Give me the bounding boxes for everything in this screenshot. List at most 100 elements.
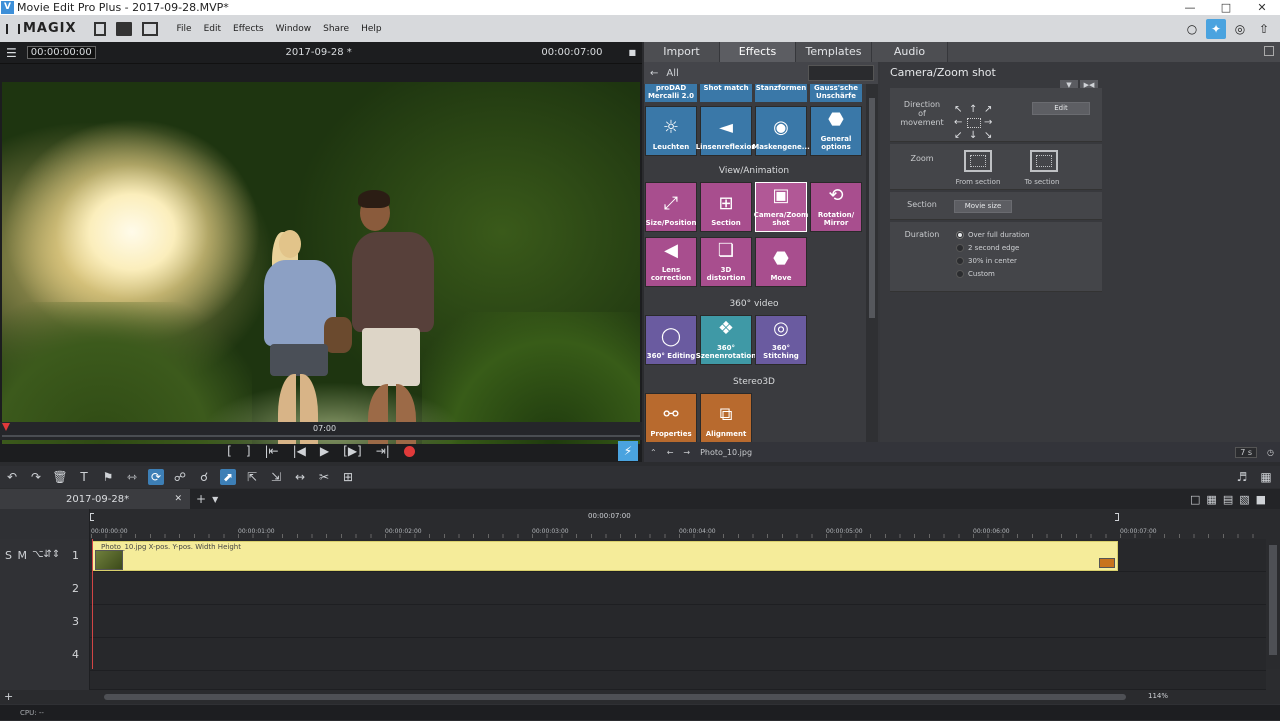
track-4[interactable]: 4 [0, 638, 1266, 671]
mark-out-icon[interactable]: ] [246, 444, 251, 458]
timeline-clip-photo[interactable]: Photo_10.jpg X-pos. Y-pos. Width Height [92, 541, 1118, 571]
speaker-icon[interactable]: ♬ [1234, 469, 1250, 485]
effect-tile-alignment[interactable]: ⧉ Alignment [700, 393, 752, 442]
duration-option-full[interactable]: Over full duration [956, 231, 1030, 239]
tab-audio[interactable]: Audio [872, 42, 948, 62]
marker-flag-icon[interactable]: ⚑ [100, 469, 116, 485]
nav-forward-icon[interactable]: → [683, 448, 690, 457]
timeline-ruler[interactable]: 00:00:07:00 00:00:00:00 00:00:01:00 00:0… [0, 509, 1280, 539]
goto-start-icon[interactable]: |⇤ [265, 444, 279, 458]
effect-tile-general-options[interactable]: ⬣ General options [810, 106, 862, 156]
effect-tile-camera-zoom[interactable]: ▣ Camera/Zoom shot [754, 182, 808, 232]
export-icon[interactable]: ⇧ [1254, 19, 1274, 39]
lightning-icon[interactable]: ⚡ [618, 441, 638, 461]
track-2[interactable]: 2 [0, 572, 1266, 605]
effect-tile-360-editing[interactable]: ◯ 360° Editing [645, 315, 697, 365]
effect-tile-3d-distortion[interactable]: ❏ 3D distortion [700, 237, 752, 287]
effect-tile-mercalli[interactable]: proDAD Mercalli 2.0 [645, 84, 697, 102]
effect-tile-lens-correction[interactable]: ◀ Lens correction [645, 237, 697, 287]
menu-edit[interactable]: Edit [204, 24, 221, 34]
title-text-icon[interactable]: T [76, 469, 92, 485]
project-tab[interactable]: 2017-09-28* ✕ [0, 489, 190, 509]
timecode-current[interactable]: 00:00:00:00 [26, 46, 96, 59]
menu-file[interactable]: File [177, 24, 192, 34]
prev-marker-icon[interactable]: |◀ [293, 444, 306, 458]
goto-end-icon[interactable]: ⇥| [376, 444, 390, 458]
delete-icon[interactable]: 🗑 [52, 469, 68, 485]
mark-in-icon[interactable]: [ [227, 444, 232, 458]
new-project-icon[interactable] [93, 21, 106, 36]
horizontal-scroll-thumb[interactable] [104, 694, 1126, 700]
effect-tile-gauss[interactable]: Gauss'sche Unschärfe [810, 84, 862, 102]
range-end-bracket[interactable] [1115, 513, 1119, 521]
scrub-position-marker[interactable] [2, 423, 10, 431]
play-icon[interactable]: ▶ [320, 444, 329, 458]
view-mode-icons[interactable]: □▦▤▧■ [1190, 493, 1272, 506]
detach-icon[interactable]: ■ [628, 48, 636, 57]
timeline-vertical-scrollbar[interactable] [1266, 539, 1280, 669]
track-5[interactable] [0, 671, 1266, 690]
record-icon[interactable] [403, 445, 415, 457]
unlink-icon[interactable]: ☌ [196, 469, 212, 485]
solo-mute-controls[interactable]: S M [5, 549, 28, 562]
wizard-icon[interactable]: ✦ [1206, 18, 1226, 39]
effect-tile-linsenreflexion[interactable]: ◄ Linsenreflexion [696, 106, 756, 156]
edit-button[interactable]: Edit [1032, 102, 1090, 115]
mode-pointer-3-icon[interactable]: ⇲ [268, 469, 284, 485]
range-start-bracket[interactable] [90, 513, 94, 521]
effect-tile-properties[interactable]: ⚯ Properties [645, 393, 697, 442]
playhead[interactable] [92, 539, 93, 669]
effect-tile-leuchten[interactable]: ☼ Leuchten [645, 106, 697, 156]
back-arrow-icon[interactable]: ← [650, 68, 658, 79]
duration-option-30[interactable]: 30% in center [956, 257, 1017, 265]
filter-dropdown[interactable]: All [666, 68, 678, 79]
to-section-icon[interactable] [1030, 150, 1058, 172]
video-preview-image[interactable] [2, 82, 640, 444]
effect-tile-section[interactable]: ⊞ Section [700, 182, 752, 232]
add-track-icon[interactable]: + [4, 690, 13, 703]
tab-menu-icon[interactable]: ▼ [212, 495, 218, 504]
loop-icon[interactable]: ⟳ [148, 469, 164, 485]
next-marker-icon[interactable]: [▶] [343, 444, 362, 458]
browser-scrollbar[interactable] [866, 84, 878, 442]
redo-icon[interactable]: ↷ [28, 469, 44, 485]
effect-tile-stanzformen[interactable]: Stanzformen [755, 84, 807, 102]
menu-effects[interactable]: Effects [233, 24, 264, 34]
open-folder-icon[interactable] [115, 21, 132, 36]
scissors-icon[interactable]: ✂ [316, 469, 332, 485]
effect-tile-360-rotation[interactable]: ❖ 360° Szenenrotation [696, 315, 756, 365]
effect-tile-maskengenerator[interactable]: ◉ Maskengene... [752, 106, 810, 156]
track-3[interactable]: 3 [0, 605, 1266, 638]
stretch-icon[interactable]: ↔ [292, 469, 308, 485]
collapse-up-icon[interactable]: ⌃ [650, 448, 657, 457]
minimize-icon[interactable]: — [1172, 1, 1208, 14]
duration-option-2s[interactable]: 2 second edge [956, 244, 1019, 252]
search-input[interactable] [808, 65, 874, 81]
undo-icon[interactable]: ↶ [4, 469, 20, 485]
split-icon[interactable]: ⇿ [124, 469, 140, 485]
disc-icon[interactable]: ◎ [1230, 19, 1250, 39]
menu-help[interactable]: Help [361, 24, 382, 34]
mode-pointer-2-icon[interactable]: ⇱ [244, 469, 260, 485]
movie-size-button[interactable]: Movie size [954, 200, 1012, 213]
direction-arrows[interactable]: ↖ ↑ ↗ ← → ↙ ↓ ↘ [954, 104, 994, 144]
mixer-icon[interactable]: ▦ [1258, 469, 1274, 485]
preview-menu-icon[interactable]: ☰ [6, 46, 17, 60]
close-tab-icon[interactable]: ✕ [174, 494, 182, 504]
duration-field[interactable]: 7 s [1235, 446, 1258, 458]
tab-templates[interactable]: Templates [796, 42, 872, 62]
link-icon[interactable]: ☍ [172, 469, 188, 485]
add-tab-icon[interactable]: + [196, 492, 206, 506]
duration-option-custom[interactable]: Custom [956, 270, 995, 278]
effect-tile-size-position[interactable]: ⤢ Size/Position [645, 182, 697, 232]
menu-share[interactable]: Share [323, 24, 349, 34]
from-section-icon[interactable] [964, 150, 992, 172]
effect-tile-move[interactable]: ⬣ Move [755, 237, 807, 287]
maximize-icon[interactable]: □ [1208, 1, 1244, 14]
track-settings-icons[interactable]: ⌥⇵⇕ [32, 549, 60, 560]
zoom-level[interactable]: 114% [1148, 692, 1168, 700]
pointer-icon[interactable]: ⬈ [220, 469, 236, 485]
preview-scrub-bar[interactable]: 07:00 [0, 422, 642, 440]
timeline-horizontal-scrollbar[interactable]: + 114% [0, 690, 1280, 704]
insert-icon[interactable]: ⊞ [340, 469, 356, 485]
